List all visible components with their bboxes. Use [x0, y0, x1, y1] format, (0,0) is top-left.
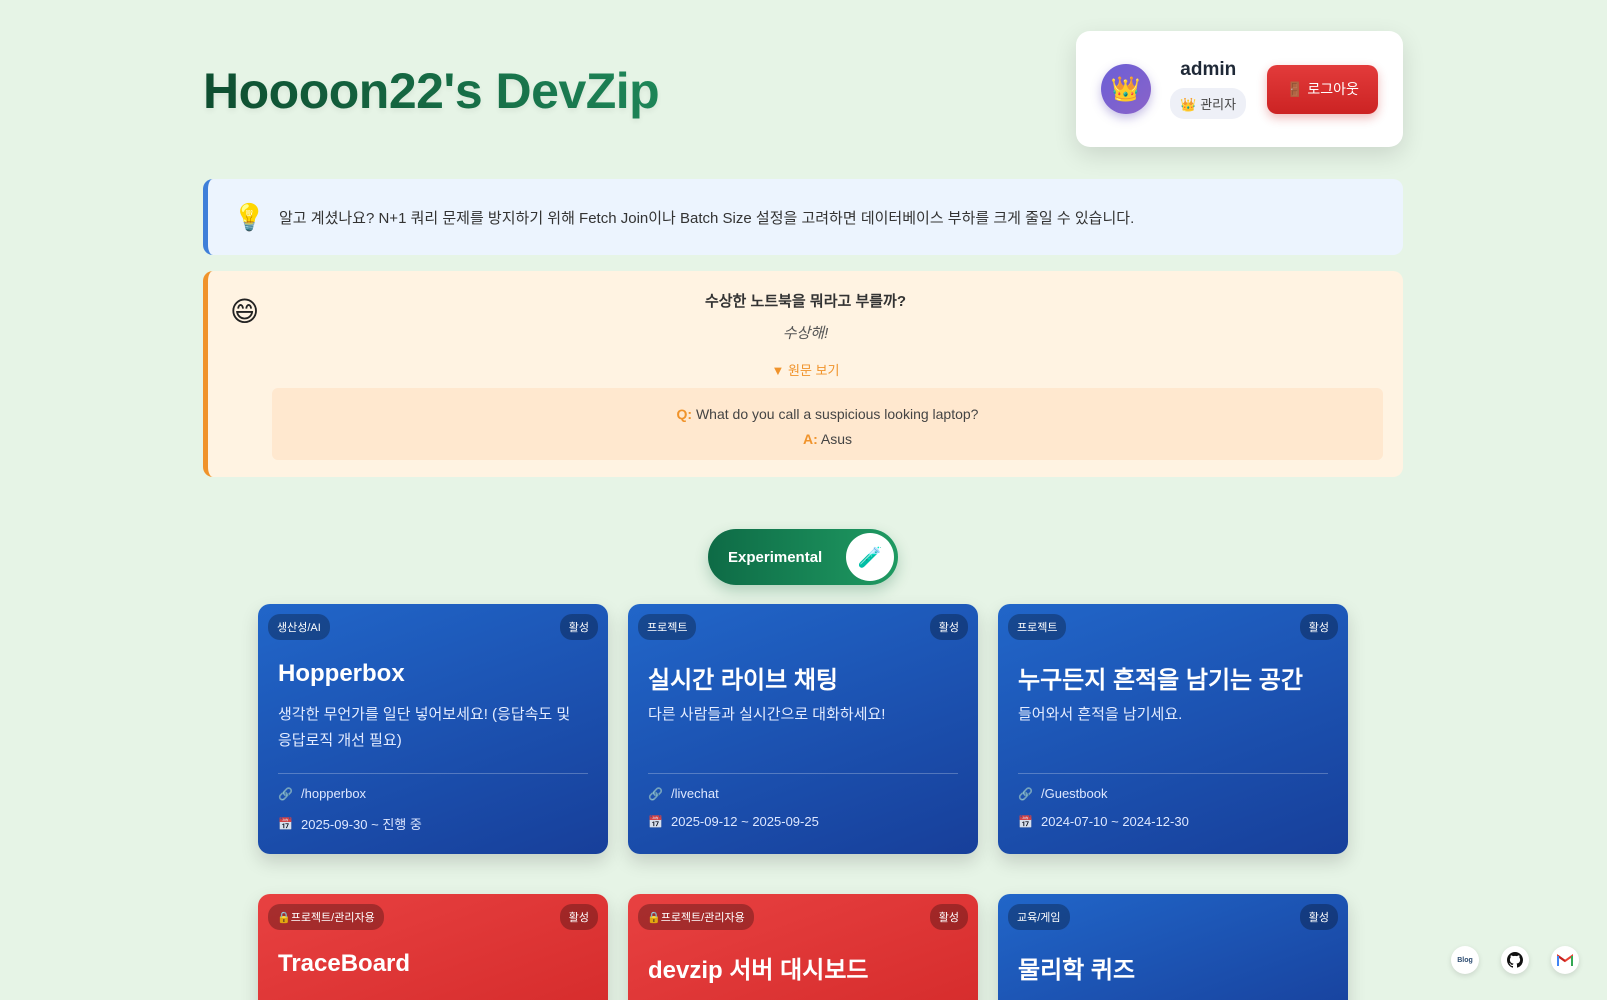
- status-badge: 활성: [559, 614, 598, 640]
- card-title: TraceBoard: [278, 950, 411, 977]
- site-title[interactable]: Hoooon22's DevZip: [203, 62, 660, 120]
- card-path-text: /hopperbox: [301, 786, 367, 801]
- category-badge: 생산성/AI: [268, 614, 330, 640]
- joke-answer: 수상해!: [782, 325, 829, 342]
- card-path: 🔗 /livechat: [648, 786, 719, 801]
- role-badge: 👑 관리자: [1170, 88, 1247, 119]
- user-meta: admin 👑 관리자: [1167, 59, 1250, 119]
- a-label: A:: [802, 431, 818, 447]
- crown-icon: 👑: [1101, 64, 1151, 114]
- divider: [648, 773, 958, 774]
- status-badge: 활성: [1299, 614, 1338, 640]
- blog-label: Blog: [1457, 956, 1473, 964]
- card-path-text: /livechat: [671, 786, 719, 801]
- logout-button[interactable]: 🚪 로그아웃: [1266, 64, 1378, 114]
- status-badge: 활성: [1299, 904, 1338, 930]
- tip-box: 💡 알고 계셨나요? N+1 쿼리 문제를 방지하기 위해 Fetch Join…: [203, 179, 1403, 255]
- project-card[interactable]: 🔒프로젝트/관리자용 활성 TraceBoard: [258, 894, 608, 1000]
- divider: [1018, 773, 1328, 774]
- test-tube-icon: 🧪: [846, 533, 894, 581]
- calendar-icon: 📅: [648, 814, 663, 829]
- joke-box: 😄 수상한 노트북을 뭐라고 부를까? 수상해! ▼ 원문 보기 Q: What…: [203, 271, 1403, 477]
- project-card[interactable]: 교육/게임 활성 물리학 퀴즈: [998, 894, 1348, 1000]
- category-badge: 프로젝트: [638, 614, 697, 640]
- card-path-text: /Guestbook: [1041, 786, 1108, 801]
- card-title: 누구든지 흔적을 남기는 공간: [1018, 667, 1303, 694]
- card-period: 📅 2025-09-12 ~ 2025-09-25: [648, 814, 819, 829]
- status-badge: 활성: [929, 904, 968, 930]
- joke-original: Q: What do you call a suspicious looking…: [272, 388, 1383, 460]
- category-badge: 프로젝트: [1008, 614, 1067, 640]
- status-badge: 활성: [559, 904, 598, 930]
- footer-links: Blog: [1451, 946, 1579, 974]
- github-icon[interactable]: [1501, 946, 1529, 974]
- card-title: devzip 서버 대시보드: [648, 957, 869, 984]
- link-icon: 🔗: [278, 786, 293, 801]
- card-period-text: 2024-07-10 ~ 2024-12-30: [1041, 814, 1189, 829]
- blog-icon[interactable]: Blog: [1451, 946, 1479, 974]
- lightbulb-icon: 💡: [233, 201, 266, 232]
- gmail-icon[interactable]: [1551, 946, 1579, 974]
- experimental-toggle[interactable]: Experimental 🧪: [708, 529, 898, 585]
- card-period-text: 2025-09-12 ~ 2025-09-25: [671, 814, 819, 829]
- category-badge: 🔒프로젝트/관리자용: [638, 904, 754, 930]
- card-title: 물리학 퀴즈: [1018, 957, 1136, 984]
- project-card[interactable]: 프로젝트 활성 누구든지 흔적을 남기는 공간 들어와서 흔적을 남기세요. 🔗…: [998, 604, 1348, 854]
- card-title: 실시간 라이브 채팅: [648, 667, 838, 694]
- calendar-icon: 📅: [1018, 814, 1033, 829]
- card-title: Hopperbox: [278, 660, 405, 687]
- user-name: admin: [1180, 59, 1237, 80]
- project-card[interactable]: 프로젝트 활성 실시간 라이브 채팅 다른 사람들과 실시간으로 대화하세요! …: [628, 604, 978, 854]
- joke-original-question-text: What do you call a suspicious looking la…: [695, 406, 979, 422]
- category-badge: 교육/게임: [1008, 904, 1070, 930]
- link-icon: 🔗: [648, 786, 663, 801]
- joke-question: 수상한 노트북을 뭐라고 부를까?: [704, 293, 907, 310]
- link-icon: 🔗: [1018, 786, 1033, 801]
- card-period: 📅 2025-09-30 ~ 진행 중: [278, 814, 422, 833]
- divider: [278, 773, 588, 774]
- card-description: 생각한 무언가를 일단 넣어보세요! (응답속도 및 응답로직 개선 필요): [278, 706, 571, 749]
- card-description: 들어와서 흔적을 남기세요.: [1018, 706, 1183, 723]
- tip-text: 알고 계셨나요? N+1 쿼리 문제를 방지하기 위해 Fetch Join이나…: [279, 209, 1135, 227]
- q-label: Q:: [676, 406, 693, 422]
- calendar-icon: 📅: [278, 816, 293, 831]
- experimental-label: Experimental: [728, 548, 823, 566]
- project-card[interactable]: 생산성/AI 활성 Hopperbox 생각한 무언가를 일단 넣어보세요! (…: [258, 604, 608, 854]
- project-card[interactable]: 🔒프로젝트/관리자용 활성 devzip 서버 대시보드: [628, 894, 978, 1000]
- card-path: 🔗 /Guestbook: [1018, 786, 1108, 801]
- card-description: 다른 사람들과 실시간으로 대화하세요!: [648, 706, 886, 723]
- joke-original-question: Q: What do you call a suspicious looking…: [272, 402, 1383, 427]
- joke-original-answer-text: Asus: [820, 431, 853, 447]
- joke-original-answer: A: Asus: [272, 427, 1383, 452]
- status-badge: 활성: [929, 614, 968, 640]
- category-badge: 🔒프로젝트/관리자용: [268, 904, 384, 930]
- show-original-toggle[interactable]: ▼ 원문 보기: [208, 360, 1403, 379]
- card-path: 🔗 /hopperbox: [278, 786, 366, 801]
- user-card: 👑 admin 👑 관리자 🚪 로그아웃: [1076, 31, 1403, 147]
- card-period: 📅 2024-07-10 ~ 2024-12-30: [1018, 814, 1189, 829]
- card-period-text: 2025-09-30 ~ 진행 중: [301, 817, 422, 832]
